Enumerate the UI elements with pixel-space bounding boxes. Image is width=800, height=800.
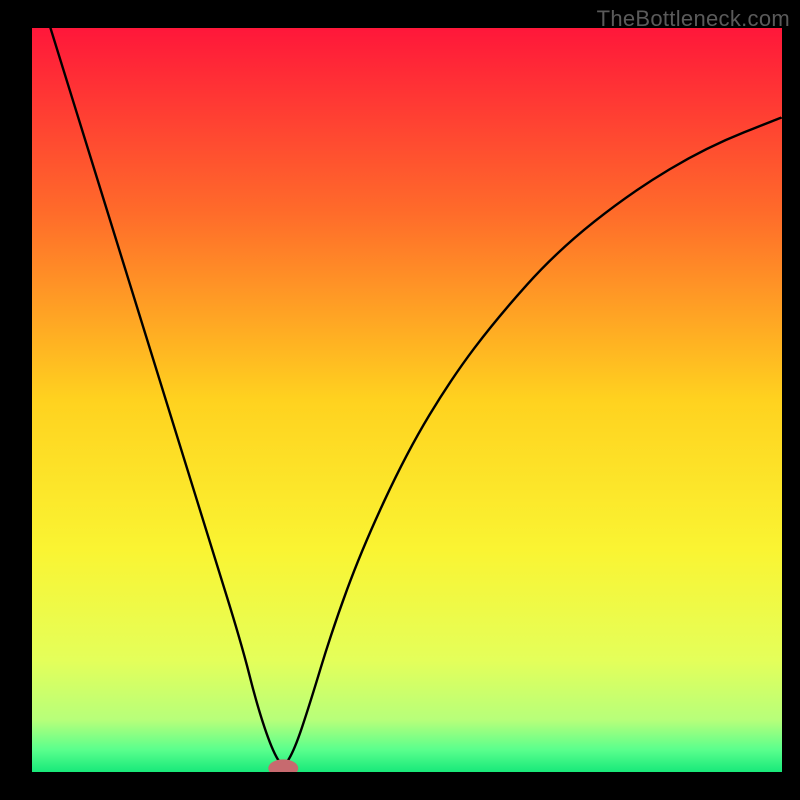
bottleneck-chart	[0, 0, 800, 800]
watermark-text: TheBottleneck.com	[597, 6, 790, 32]
chart-frame: TheBottleneck.com	[0, 0, 800, 800]
plot-background	[32, 28, 782, 772]
